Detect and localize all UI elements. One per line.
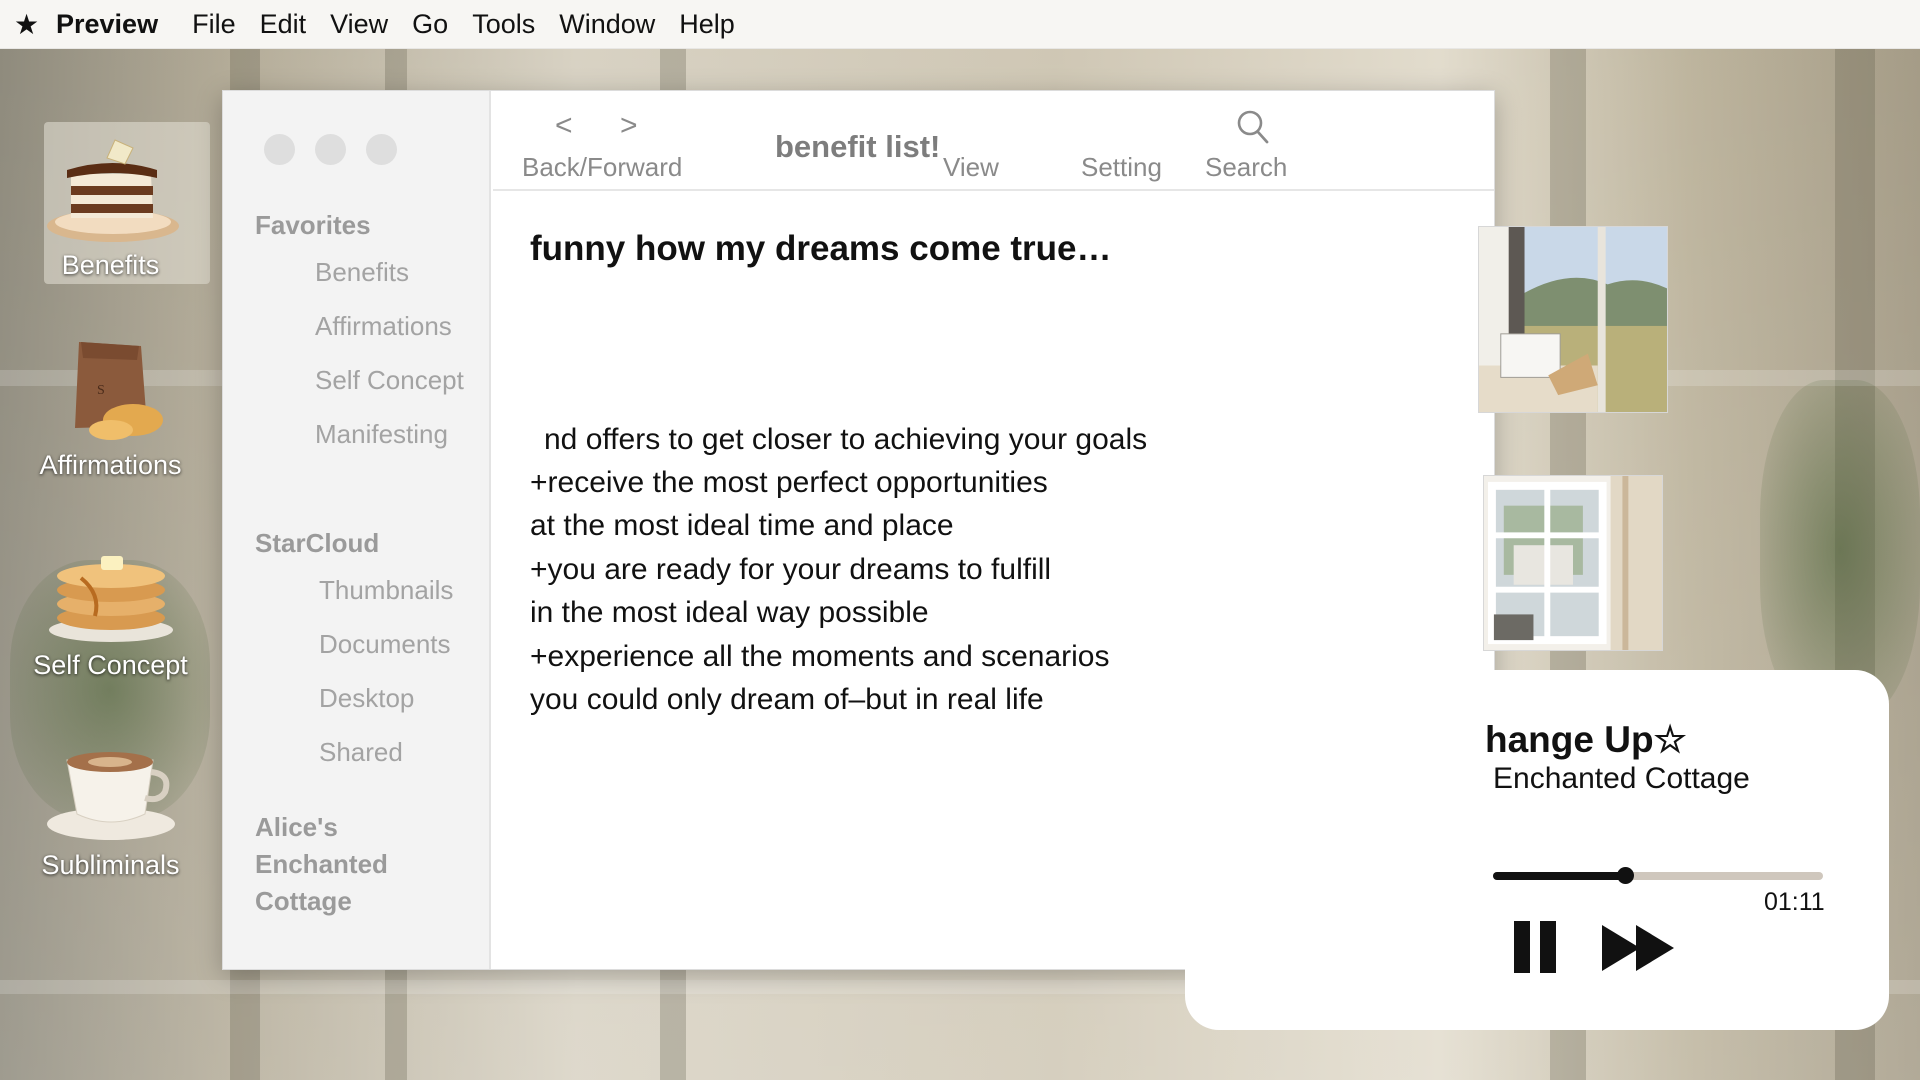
pause-icon[interactable] xyxy=(1512,921,1562,973)
menu-tools[interactable]: Tools xyxy=(472,9,535,40)
menu-help[interactable]: Help xyxy=(679,9,735,40)
sidebar-item-affirmations[interactable]: Affirmations xyxy=(315,311,452,342)
desktop-icon-label: Affirmations xyxy=(39,450,182,480)
close-button[interactable] xyxy=(264,134,295,165)
sidebar-footer-line-2: Enchanted xyxy=(255,849,388,879)
pancakes-icon xyxy=(48,556,173,642)
content-line: nd offers to get closer to achieving you… xyxy=(544,423,1148,456)
window-title: benefit list! xyxy=(775,129,941,164)
menu-file[interactable]: File xyxy=(192,9,236,40)
window-view-photo xyxy=(1478,226,1668,413)
french-window-photo xyxy=(1483,475,1663,651)
content-line: +experience all the moments and scenario… xyxy=(530,640,1110,673)
sidebar: Favorites Benefits Affirmations Self Con… xyxy=(223,91,491,969)
bread-bag-icon: S xyxy=(74,342,163,440)
desktop-icon-benefits[interactable]: Benefits xyxy=(0,120,221,320)
sidebar-item-manifesting[interactable]: Manifesting xyxy=(315,419,448,450)
back-forward-label: Back/Forward xyxy=(522,152,683,182)
song-title: hange Up☆ xyxy=(1485,719,1687,760)
tiramisu-icon xyxy=(46,139,179,242)
forward-button[interactable]: > xyxy=(620,109,638,143)
content-heading: funny how my dreams come true… xyxy=(530,229,1112,268)
fast-forward-icon[interactable] xyxy=(1602,925,1678,971)
search-button[interactable]: Search xyxy=(1205,152,1287,183)
progress-knob[interactable] xyxy=(1617,867,1634,884)
content-line: you could only dream of–but in real life xyxy=(530,683,1044,716)
progress-bar[interactable] xyxy=(1493,867,1823,884)
desktop-icon-label: Self Concept xyxy=(33,650,188,680)
star-menu-icon[interactable]: ★ xyxy=(14,8,44,41)
sidebar-item-documents[interactable]: Documents xyxy=(319,629,451,660)
desktop-icons: Benefits S Affirmations Self Concept Sub… xyxy=(0,120,221,920)
view-button[interactable]: View xyxy=(943,152,999,183)
favorites-heading: Favorites xyxy=(255,210,371,240)
sidebar-item-benefits[interactable]: Benefits xyxy=(315,257,409,288)
progress-fill xyxy=(1493,872,1625,880)
search-icon[interactable] xyxy=(1236,109,1270,145)
sidebar-item-self-concept[interactable]: Self Concept xyxy=(315,365,464,396)
starcloud-heading: StarCloud xyxy=(255,528,380,558)
content-line: in the most ideal way possible xyxy=(530,596,929,629)
menu-window[interactable]: Window xyxy=(559,9,655,40)
desktop-icon-label: Benefits xyxy=(61,250,160,280)
music-player: hange Up☆ Enchanted Cottage 01:11 xyxy=(1185,670,1889,1030)
minimize-button[interactable] xyxy=(315,134,346,165)
menu-go[interactable]: Go xyxy=(412,9,448,40)
elapsed-time: 01:11 xyxy=(1764,888,1825,916)
menu-view[interactable]: View xyxy=(330,9,388,40)
song-artist: Enchanted Cottage xyxy=(1493,762,1750,795)
sidebar-item-desktop[interactable]: Desktop xyxy=(319,683,414,714)
content-line: at the most ideal time and place xyxy=(530,509,954,542)
desktop-icon-affirmations[interactable]: S Affirmations xyxy=(0,320,221,520)
sidebar-item-thumbnails[interactable]: Thumbnails xyxy=(319,575,453,606)
menu-edit[interactable]: Edit xyxy=(260,9,307,40)
setting-button[interactable]: Setting xyxy=(1081,152,1162,183)
sidebar-footer-line-1: Alice's xyxy=(255,812,338,842)
desktop-icon-label: Subliminals xyxy=(41,850,180,880)
svg-text:S: S xyxy=(97,383,105,398)
sidebar-item-shared[interactable]: Shared xyxy=(319,737,403,768)
menu-app-name[interactable]: Preview xyxy=(56,9,158,40)
window-controls xyxy=(264,134,397,165)
desktop-icon-self-concept[interactable]: Self Concept xyxy=(0,520,221,720)
sidebar-footer-line-3: Cottage xyxy=(255,886,352,916)
content-line: +you are ready for your dreams to fulfil… xyxy=(530,553,1052,586)
menu-bar: ★ Preview File Edit View Go Tools Window… xyxy=(0,0,1920,49)
back-button[interactable]: < xyxy=(555,109,573,143)
desktop-icon-subliminals[interactable]: Subliminals xyxy=(0,720,221,920)
zoom-button[interactable] xyxy=(366,134,397,165)
toolbar: < > Back/Forward benefit list! View Sett… xyxy=(493,91,1494,191)
content-line: +receive the most perfect opportunities xyxy=(530,466,1048,499)
coffee-cup-icon xyxy=(46,752,175,840)
